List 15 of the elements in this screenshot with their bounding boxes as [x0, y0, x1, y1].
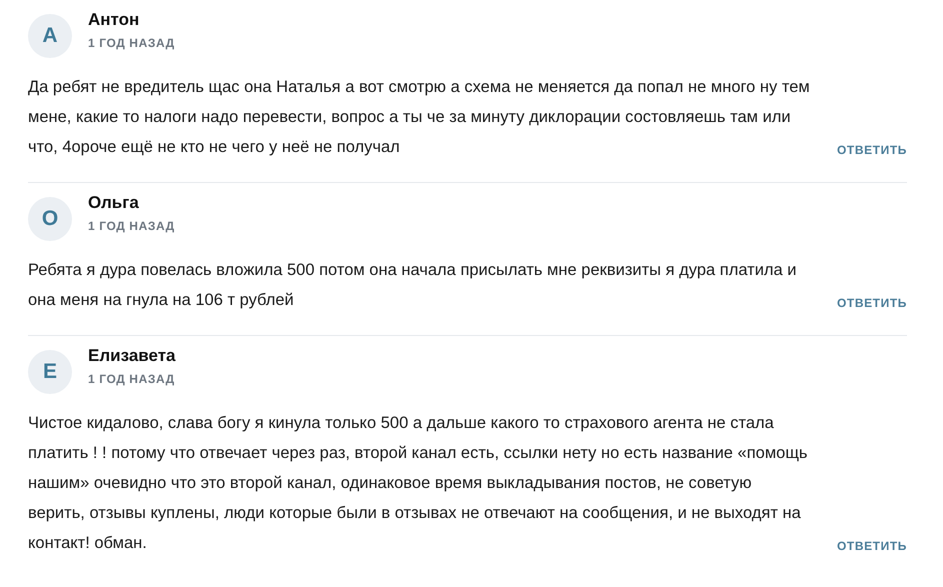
- comment-text: Да ребят не вредитель щас она Наталья а вот смотрю а схема не меняется да попал не много ну тем мене, какие то налоги надо перевести, вопрос а ты че за минуту диклорации состовляешь там или что, 4ороче ещё не кто не чего у неё не получал: [28, 77, 811, 158]
- comment-time: 1 ГОД НАЗАД: [88, 36, 175, 50]
- comment-text: Ребята я дура повелась вложила 500 потом она начала присылать мне реквизиты я дура платила и она меня на гнула на 106 т рублей: [28, 260, 798, 311]
- reply-button[interactable]: ОТВЕТИТЬ: [836, 296, 907, 315]
- avatar: Е: [28, 350, 72, 394]
- avatar: А: [28, 14, 72, 58]
- reply-button[interactable]: ОТВЕТИТЬ: [836, 539, 907, 558]
- author-name: Антон: [88, 10, 140, 30]
- author-name: Ольга: [88, 193, 140, 213]
- comment-time: 1 ГОД НАЗАД: [88, 372, 176, 386]
- author-name: Елизавета: [88, 346, 176, 366]
- avatar: О: [28, 197, 72, 241]
- comment-time: 1 ГОД НАЗАД: [88, 219, 175, 233]
- comment-text: Чистое кидалово, слава богу я кинула только 500 а дальше какого то страхового агента не стала платить ! ! потому что отвечает через раз, второй канал есть, ссылки нету но есть название «помощь нашим» очевидно что это второй канал, одинаковое время выкладывания постов, не советую верить, отзывы куплены, люди которые были в отзывах не отвечают на сообщения, и не выходят на контакт! обман.: [28, 413, 809, 554]
- reply-button[interactable]: ОТВЕТИТЬ: [836, 143, 907, 162]
